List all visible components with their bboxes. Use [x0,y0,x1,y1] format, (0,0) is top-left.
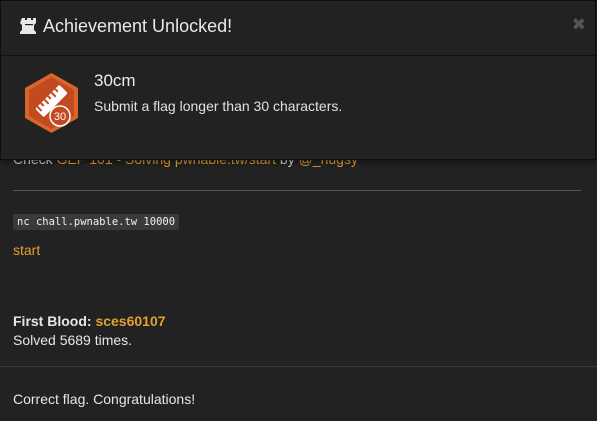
popup-header: Achievement Unlocked! ✖ [1,1,595,56]
result-divider [0,366,597,367]
first-blood-label: First Blood: [13,313,92,329]
achievement-badge: 30 [25,73,78,133]
badge-number: 30 [54,111,66,123]
achievement-description: Submit a flag longer than 30 characters. [94,98,343,114]
close-icon[interactable]: ✖ [572,15,586,35]
popup-title: Achievement Unlocked! [43,16,233,36]
connection-command: nc chall.pwnable.tw 10000 [13,214,180,230]
result-message: Correct flag. Congratulations! [13,391,196,407]
solved-count: Solved 5689 times. [13,332,133,348]
first-blood-user-link[interactable]: sces60107 [95,313,165,329]
rook-icon [20,18,36,34]
section-divider [13,190,581,191]
achievement-name: 30cm [94,71,136,90]
achievement-popup: Achievement Unlocked! ✖ 30 30cm Submit a… [0,0,596,160]
challenge-file-link[interactable]: start [13,242,40,258]
first-blood: First Blood: sces60107 [13,313,166,329]
